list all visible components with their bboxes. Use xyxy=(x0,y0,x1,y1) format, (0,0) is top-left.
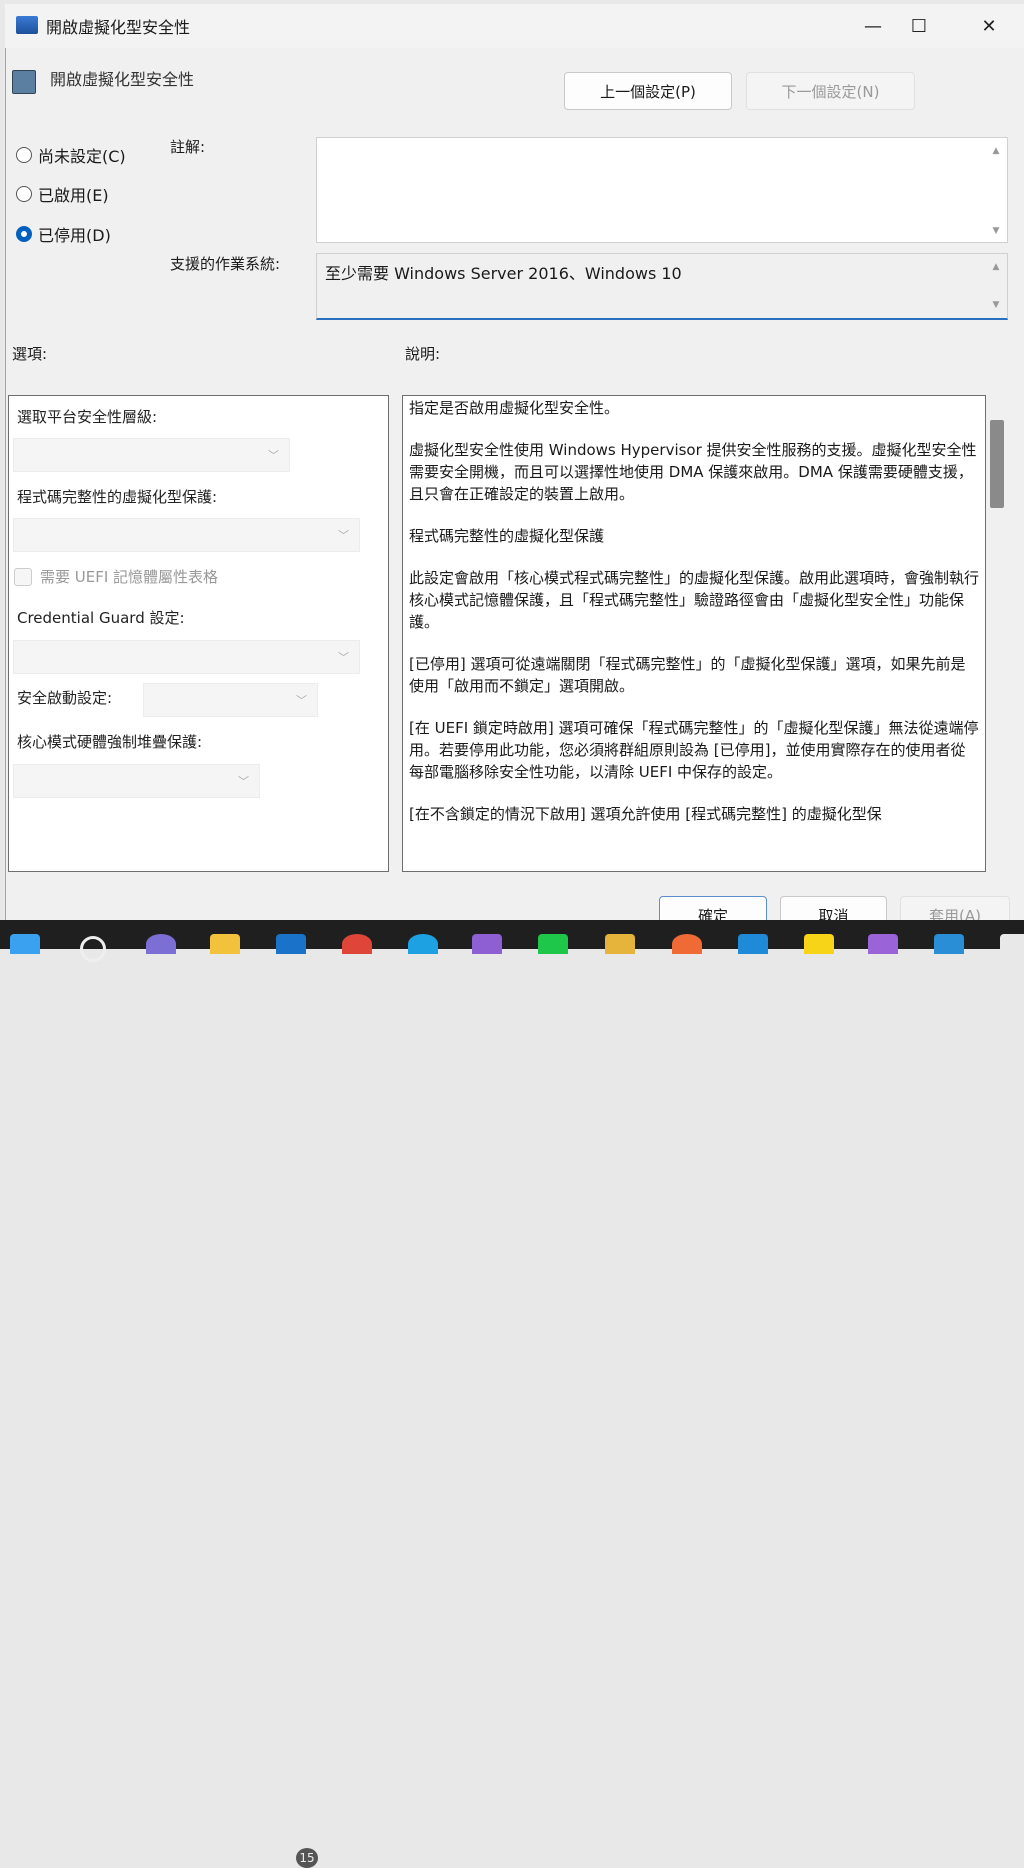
checkbox-box xyxy=(14,567,32,586)
chevron-down-icon: ﹀ xyxy=(268,449,279,462)
radio-label: 已停用(D) xyxy=(38,226,111,245)
scroll-down-icon[interactable]: ▼ xyxy=(987,300,1005,310)
stack-protection-select[interactable]: ﹀ xyxy=(13,764,260,798)
notification-badge: 15 xyxy=(296,1848,318,1868)
radio-label: 已啟用(E) xyxy=(38,186,109,205)
secure-launch-label: 安全啟動設定: xyxy=(17,689,113,707)
teams-icon[interactable] xyxy=(146,934,176,954)
radio-not-configured[interactable]: 尚未設定(C) xyxy=(16,143,126,167)
help-scrollbar-thumb[interactable] xyxy=(990,420,1004,508)
vscode-icon[interactable] xyxy=(738,934,768,954)
sticky-notes-icon[interactable] xyxy=(804,934,834,954)
platform-security-select[interactable]: ﹀ xyxy=(13,438,290,472)
stack-protection-label: 核心模式硬體強制堆疊保護: xyxy=(17,733,203,751)
chevron-down-icon: ﹀ xyxy=(238,775,249,788)
maximize-button[interactable]: ☐ xyxy=(896,4,942,48)
comment-textarea[interactable]: ▲ ▼ xyxy=(316,137,1008,243)
scroll-down-icon[interactable]: ▼ xyxy=(987,226,1005,236)
radio-enabled[interactable]: 已啟用(E) xyxy=(16,182,109,206)
help-paragraph: 此設定會啟用「核心模式程式碼完整性」的虛擬化型保護。啟用此選項時，會強制執行核心… xyxy=(409,569,980,631)
help-header: 說明: xyxy=(405,345,441,363)
app-icon xyxy=(16,16,38,34)
chevron-down-icon: ﹀ xyxy=(338,651,349,664)
visual-studio-icon-2[interactable] xyxy=(868,934,898,954)
checkbox-label: 需要 UEFI 記憶體屬性表格 xyxy=(40,568,219,586)
radio-circle xyxy=(16,186,32,202)
previous-setting-button[interactable]: 上一個設定(P) xyxy=(564,72,732,110)
database-icon[interactable] xyxy=(605,934,635,954)
help-paragraph: [在不含鎖定的情況下啟用] 選項允許使用 [程式碼完整性] 的虛擬化型保 xyxy=(409,805,882,823)
supported-os-value: 至少需要 Windows Server 2016、Windows 10 xyxy=(325,264,682,283)
comment-label: 註解: xyxy=(170,138,206,156)
minimize-button[interactable]: — xyxy=(850,4,896,48)
help-paragraph: [已停用] 選項可從遠端關閉「程式碼完整性」的「虛擬化型保護」選項，如果先前是使… xyxy=(409,655,966,695)
search-icon[interactable] xyxy=(80,936,106,962)
platform-security-label: 選取平台安全性層級: xyxy=(17,408,158,426)
help-paragraph: 指定是否啟用虛擬化型安全性。 xyxy=(409,399,620,417)
policy-heading: 開啟虛擬化型安全性 xyxy=(50,70,195,89)
help-text: 指定是否啟用虛擬化型安全性。 虛擬化型安全性使用 Windows Hypervi… xyxy=(405,397,983,869)
radio-circle xyxy=(16,147,32,163)
chevron-down-icon: ﹀ xyxy=(296,694,307,707)
options-header: 選項: xyxy=(12,345,48,363)
code-integrity-select[interactable]: ﹀ xyxy=(13,518,360,552)
secure-launch-select[interactable]: ﹀ xyxy=(143,683,318,717)
visual-studio-icon[interactable] xyxy=(472,934,502,954)
policy-icon xyxy=(12,70,36,94)
skype-icon[interactable] xyxy=(408,934,438,954)
supported-os-label: 支援的作業系統: xyxy=(170,255,281,273)
help-paragraph: [在 UEFI 鎖定時啟用] 選項可確保「程式碼完整性」的「虛擬化型保護」無法從… xyxy=(409,719,979,781)
notepad-icon[interactable] xyxy=(1000,934,1024,954)
code-integrity-label: 程式碼完整性的虛擬化型保護: xyxy=(17,488,218,506)
scroll-up-icon[interactable]: ▲ xyxy=(987,262,1005,272)
supported-os-field[interactable]: 至少需要 Windows Server 2016、Windows 10 ▲ ▼ xyxy=(316,253,1008,320)
outlook-icon[interactable] xyxy=(276,934,306,954)
start-icon[interactable] xyxy=(10,934,40,954)
line-icon[interactable] xyxy=(538,934,568,954)
radio-disabled[interactable]: 已停用(D) xyxy=(16,222,111,246)
file-explorer-icon[interactable] xyxy=(210,934,240,954)
uefi-memory-checkbox[interactable]: 需要 UEFI 記憶體屬性表格 xyxy=(14,566,218,587)
help-paragraph: 程式碼完整性的虛擬化型保護 xyxy=(409,527,605,545)
credential-guard-label: Credential Guard 設定: xyxy=(17,609,185,627)
credential-guard-select[interactable]: ﹀ xyxy=(13,640,360,674)
app-icon-orange[interactable] xyxy=(672,934,702,954)
scroll-up-icon[interactable]: ▲ xyxy=(987,146,1005,156)
next-setting-button[interactable]: 下一個設定(N) xyxy=(746,72,915,110)
chevron-down-icon: ﹀ xyxy=(338,529,349,542)
help-paragraph: 虛擬化型安全性使用 Windows Hypervisor 提供安全性服務的支援。… xyxy=(409,441,977,503)
radio-label: 尚未設定(C) xyxy=(38,147,126,166)
radio-circle-selected xyxy=(16,226,32,242)
window-title: 開啟虛擬化型安全性 xyxy=(46,18,191,37)
app-icon-blue[interactable] xyxy=(934,934,964,954)
taskbar: 15 xyxy=(0,920,1024,1868)
chrome-icon[interactable] xyxy=(342,934,372,954)
close-button[interactable]: ✕ xyxy=(966,4,1012,48)
